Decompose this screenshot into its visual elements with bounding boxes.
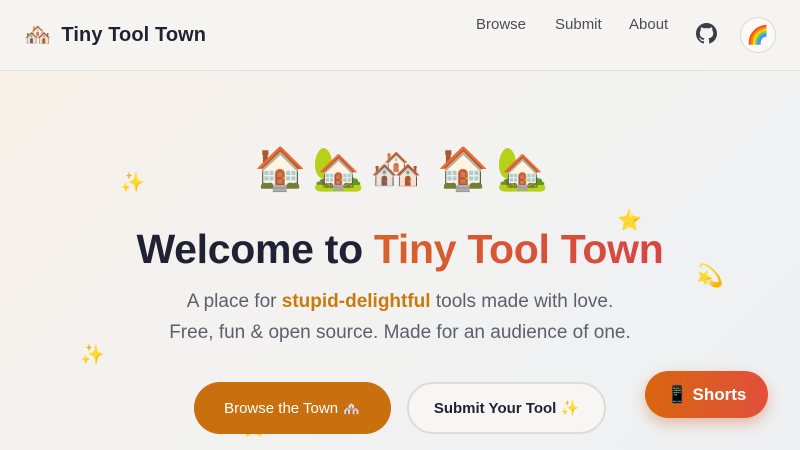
github-icon[interactable] [696, 23, 717, 44]
browse-town-button[interactable]: Browse the Town 🏘️ [194, 382, 391, 434]
hero-subtagline: Free, fun & open source. Made for an aud… [169, 322, 631, 343]
tagline-highlight: stupid-delightful [281, 291, 431, 312]
houses-icon: 🏘️ [370, 145, 423, 192]
house-icon: 🏠 [254, 145, 307, 192]
site-title: Tiny Tool Town [61, 23, 207, 46]
nav-submit-link[interactable]: Submit [555, 16, 610, 33]
theme-toggle-button[interactable]: 🌈 [740, 17, 776, 53]
house-icon: 🏠 [437, 145, 490, 192]
hero-title: Welcome to Tiny Tool Town [136, 226, 664, 272]
sparkle-icon: ✨ [80, 344, 105, 366]
house-with-garden-icon: 🏡 [496, 145, 549, 192]
shorts-floating-button[interactable]: 📱 Shorts [645, 371, 768, 418]
submit-tool-button[interactable]: Submit Your Tool ✨ [407, 382, 606, 434]
house-with-garden-icon: 🏡 [312, 145, 365, 192]
houses-illustration: 🏠 🏡 🏘️ 🏠 🏡 [254, 142, 554, 196]
nav-about-link[interactable]: About [629, 16, 679, 33]
hero-tagline: A place for stupid-delightful tools made… [186, 291, 614, 312]
site-logo[interactable]: 🏘️ Tiny Tool Town [24, 22, 206, 48]
houses-logo-icon: 🏘️ [24, 22, 52, 47]
rainbow-icon: 🌈 [746, 24, 770, 45]
hero-title-accent: Tiny Tool Town [373, 226, 664, 272]
nav-browse-link[interactable]: Browse [476, 16, 536, 33]
sparkle-icon: ✨ [120, 172, 145, 194]
top-navbar: 🏘️ Tiny Tool Town Browse Submit About 🌈 [0, 0, 800, 71]
